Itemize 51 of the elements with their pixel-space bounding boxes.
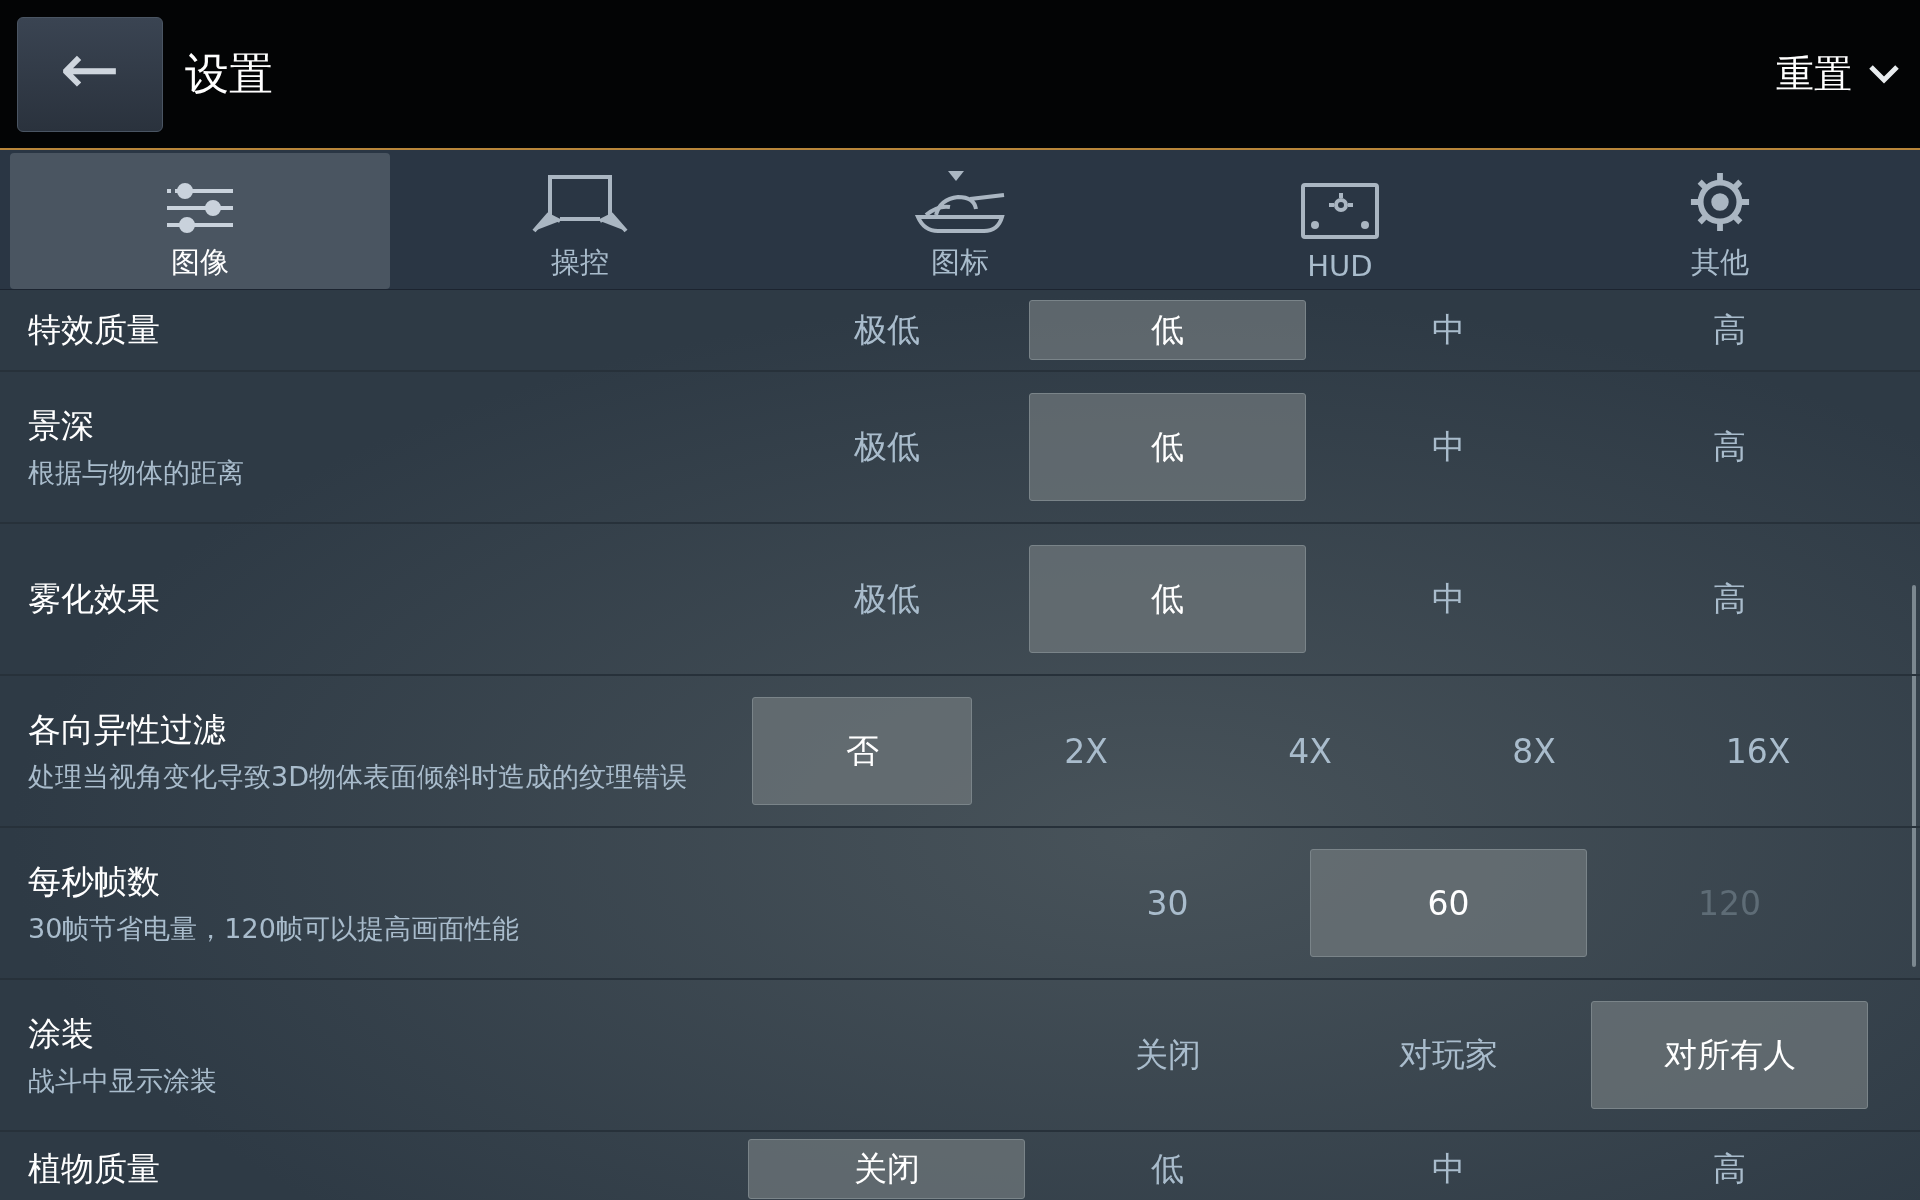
chevron-down-icon	[1868, 63, 1900, 85]
option-button[interactable]: 低	[1029, 393, 1306, 501]
option-button[interactable]: 低	[1029, 300, 1306, 360]
setting-description: 根据与物体的距离	[28, 455, 245, 490]
setting-name: 景深	[28, 404, 95, 447]
option-button[interactable]: 2X	[976, 697, 1196, 805]
option-button[interactable]: 16X	[1648, 697, 1868, 805]
setting-name: 各向异性过滤	[28, 708, 227, 751]
sliders-icon	[167, 183, 233, 233]
setting-name: 植物质量	[28, 1147, 161, 1190]
setting-name: 涂装	[28, 1012, 95, 1055]
option-button[interactable]: 4X	[1200, 697, 1420, 805]
option-button[interactable]: 8X	[1424, 697, 1644, 805]
setting-description: 战斗中显示涂装	[28, 1063, 218, 1098]
back-button[interactable]: ←	[17, 16, 163, 132]
setting-name: 特效质量	[28, 308, 161, 351]
tab[interactable]: 图标	[770, 153, 1150, 289]
tab[interactable]: 其他	[1530, 153, 1910, 289]
setting-description: 30帧节省电量，120帧可以提高画面性能	[28, 911, 520, 946]
option-button[interactable]: 60	[1310, 849, 1587, 957]
option-button[interactable]: 关闭	[748, 1139, 1025, 1199]
setting-name: 雾化效果	[28, 577, 161, 620]
setting-description: 处理当视角变化导致3D物体表面倾斜时造成的纹理错误	[28, 759, 688, 794]
option-button[interactable]: 中	[1310, 393, 1587, 501]
option-button[interactable]: 极低	[748, 545, 1025, 653]
option-button[interactable]: 极低	[748, 393, 1025, 501]
option-button[interactable]: 对所有人	[1591, 1001, 1868, 1109]
scrollbar[interactable]	[1912, 585, 1916, 967]
option-button[interactable]: 极低	[748, 300, 1025, 360]
setting-name: 每秒帧数	[28, 860, 161, 903]
settings-icon	[1689, 171, 1751, 233]
option-button[interactable]: 低	[1029, 1139, 1306, 1199]
option-button[interactable]: 高	[1591, 545, 1868, 653]
option-button[interactable]: 低	[1029, 545, 1306, 653]
option-button[interactable]: 中	[1310, 545, 1587, 653]
page-title: 设置	[185, 46, 274, 101]
option-button[interactable]: 高	[1591, 393, 1868, 501]
option-button[interactable]: 关闭	[1029, 1001, 1306, 1109]
option-button[interactable]: 中	[1310, 1139, 1587, 1199]
tab[interactable]: 图像	[10, 153, 390, 289]
option-button[interactable]: 否	[752, 697, 972, 805]
option-button[interactable]: 30	[1029, 849, 1306, 957]
option-button[interactable]: 对玩家	[1310, 1001, 1587, 1109]
option-button[interactable]: 高	[1591, 1139, 1868, 1199]
option-button[interactable]: 高	[1591, 300, 1868, 360]
tab[interactable]: HUD	[1150, 153, 1530, 289]
option-button[interactable]: 中	[1310, 300, 1587, 360]
tank-icon	[914, 169, 1006, 233]
tab[interactable]: 操控	[390, 153, 770, 289]
hud-screen-icon	[1301, 183, 1379, 239]
reset-dropdown[interactable]: 重置	[1776, 55, 1900, 93]
